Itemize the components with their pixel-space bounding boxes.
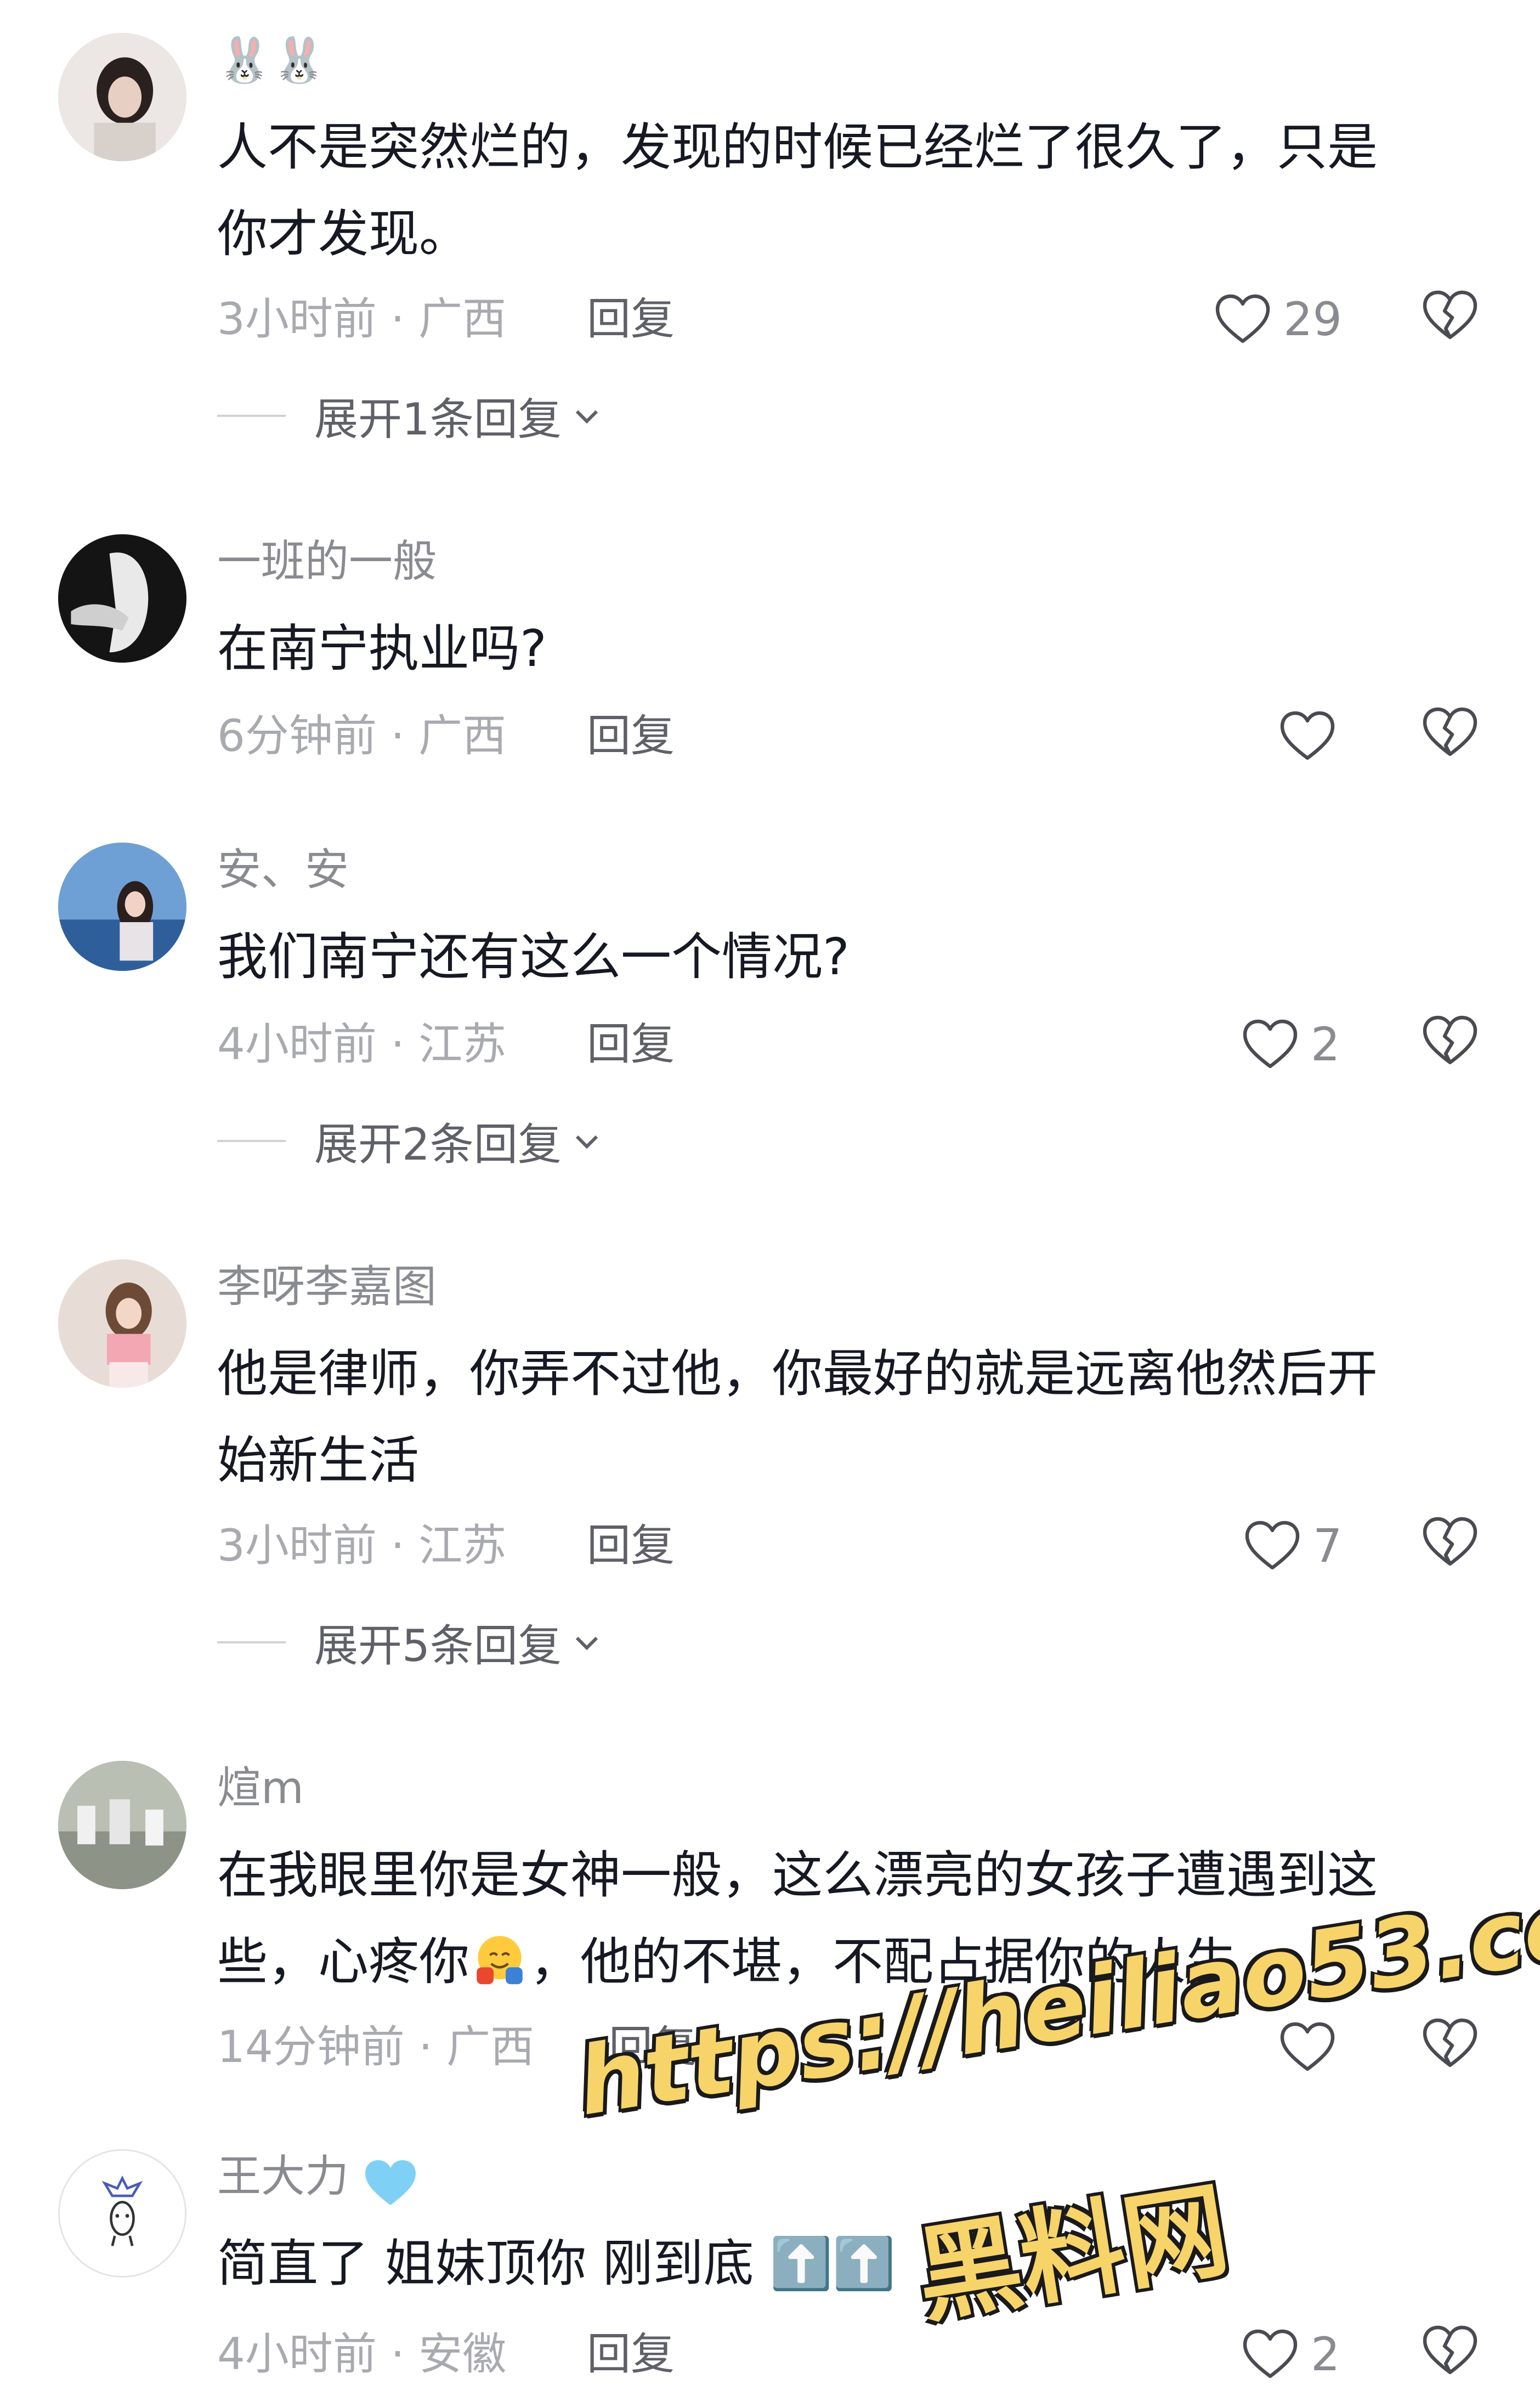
heart-icon [1243,2329,1298,2378]
avatar[interactable] [58,534,186,663]
expand-replies[interactable]: 展开1条回复 [217,388,603,445]
comment-text-line: 我们南宁还有这么一个情况? [217,928,850,986]
comment-text-line: 在南宁执业吗? [217,619,547,678]
comment-text-line: 人不是突然烂的，发现的时候已经烂了很久了，只是 [217,118,1378,177]
broken-heart-icon [1423,1517,1477,1566]
reply-button[interactable]: 回复 [587,1017,675,1072]
avatar[interactable] [58,843,186,971]
username[interactable]: 安、安 [217,843,349,897]
username[interactable]: 一班的一般 [217,534,437,589]
expand-label: 展开5条回复 [314,1620,562,1671]
comment-text-line: 你才发现。 [217,205,470,263]
like-count: 7 [1313,1519,1343,1573]
broken-heart-icon [1423,1015,1477,1065]
broken-heart-icon [1423,2325,1477,2375]
comment-meta: 4小时前 · 江苏 [217,1019,507,1070]
heart-icon [1280,711,1335,760]
comment-meta: 14分钟前 · 广西 [217,2021,535,2072]
comment-text: 简直了 姐妹顶你 刚到底 ⬆️⬆️ [217,2220,1479,2307]
comment-text: 在南宁执业吗? [217,606,1479,692]
divider [217,1641,286,1643]
comment-text: 他是律师，你弄不过他，你最好的就是远离他然后开 始新生活 [217,1331,1479,1504]
broken-heart-icon [1423,707,1477,756]
reply-button[interactable]: 回复 [587,292,675,347]
reply-button[interactable]: 回复 [587,2327,675,2382]
avatar[interactable] [58,33,186,161]
like-count: 2 [1311,2327,1340,2381]
broken-heart-icon [1423,2018,1477,2067]
heart-icon [1243,1019,1298,1069]
like-count: 2 [1311,1018,1340,1071]
username[interactable]: 煊m [217,1761,304,1816]
reply-button[interactable]: 回复 [587,1518,675,1573]
expand-label: 展开2条回复 [314,1119,562,1170]
username[interactable]: 🐰🐰 [217,33,326,88]
broken-heart-icon [1423,290,1477,340]
comment-text-line: 他是律师，你弄不过他，你最好的就是远离他然后开 [217,1344,1378,1403]
comment-text-line: 始新生活 [217,1431,420,1490]
username[interactable]: 王大力 [217,2149,349,2204]
like-button[interactable]: 2 [1242,1014,1340,1075]
chevron-down-icon [575,410,598,424]
dislike-button[interactable] [1422,2324,1482,2385]
like-button[interactable]: 29 [1214,289,1342,349]
heart-icon [1280,2022,1335,2071]
chevron-down-icon [575,1636,598,1651]
divider [217,415,286,417]
expand-replies[interactable]: 展开2条回复 [217,1114,603,1170]
chevron-down-icon [575,1135,598,1149]
username[interactable]: 李呀李嘉图 [217,1259,437,1314]
avatar[interactable] [58,2149,186,2278]
blue-heart-icon [365,2160,416,2205]
dislike-button[interactable] [1422,289,1482,349]
expand-replies[interactable]: 展开5条回复 [217,1615,603,1671]
comment-text: 人不是突然烂的，发现的时候已经烂了很久了，只是 你才发现。 [217,104,1479,278]
heart-icon [1245,1521,1300,1570]
like-button[interactable]: 7 [1244,1516,1342,1576]
comment-text-segment: 些，心疼你 [217,1933,470,1991]
like-button[interactable] [1279,2017,1348,2077]
comment-meta: 3小时前 · 江苏 [217,1520,507,1571]
like-count: 29 [1283,292,1342,346]
comment-meta: 3小时前 · 广西 [217,293,507,344]
dislike-button[interactable] [1422,706,1482,766]
comment-text-line: 在我眼里你是女神一般，这么漂亮的女孩子遭遇到这 [217,1846,1378,1905]
expand-label: 展开1条回复 [314,394,562,445]
dislike-button[interactable] [1422,1014,1482,1075]
comment-text: 我们南宁还有这么一个情况? [217,914,1479,1001]
heart-icon [1215,294,1270,343]
avatar[interactable] [58,1259,186,1388]
hugging-face-emoji-icon [477,1936,523,1985]
comment-meta: 6分钟前 · 广西 [217,710,507,761]
dislike-button[interactable] [1422,1516,1482,1576]
like-button[interactable]: 2 [1242,2324,1340,2385]
divider [217,1140,286,1142]
dislike-button[interactable] [1422,2017,1482,2077]
comment-text-line: 简直了 姐妹顶你 刚到底 ⬆️⬆️ [217,2234,896,2293]
reply-button[interactable]: 回复 [587,709,675,764]
comment-meta: 4小时前 · 安徽 [217,2329,507,2380]
avatar[interactable] [58,1761,186,1889]
like-button[interactable] [1279,706,1348,766]
watermark-site-name: 黑料网 [908,2169,1237,2338]
